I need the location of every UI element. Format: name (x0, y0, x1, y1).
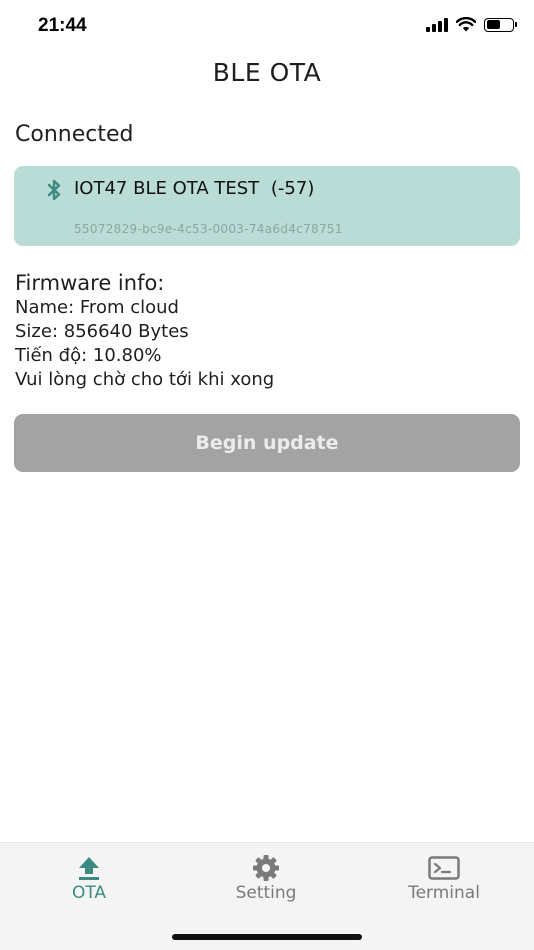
tab-terminal[interactable]: Terminal (374, 853, 514, 903)
upload-icon (79, 857, 99, 880)
terminal-icon (428, 856, 460, 880)
cellular-signal-icon (426, 17, 448, 32)
wifi-icon (456, 17, 476, 32)
page-title: BLE OTA (212, 58, 322, 87)
tab-ota[interactable]: OTA (19, 853, 159, 903)
bluetooth-icon (47, 179, 61, 201)
tab-terminal-label: Terminal (408, 883, 480, 903)
app-screen: 21:44 BLE OTA Connected IOT47 BLE OTA TE… (0, 0, 534, 950)
firmware-size: Size: 856640 Bytes (15, 321, 189, 342)
gear-icon (253, 855, 279, 881)
firmware-progress: Tiến độ: 10.80% (15, 345, 162, 366)
device-card[interactable]: IOT47 BLE OTA TEST (-57) 55072829-bc9e-4… (14, 166, 520, 246)
firmware-info-title: Firmware info: (15, 271, 165, 295)
firmware-info: Firmware info: Name: From cloud Size: 85… (15, 270, 274, 392)
tab-setting[interactable]: Setting (196, 853, 336, 903)
connection-status-label: Connected (15, 122, 134, 147)
firmware-wait-message: Vui lòng chờ cho tới khi xong (15, 369, 275, 390)
battery-icon (484, 17, 517, 32)
tab-ota-label: OTA (71, 883, 107, 903)
device-name-text: IOT47 BLE OTA TEST (74, 178, 260, 199)
status-icons (426, 17, 517, 32)
tab-setting-label: Setting (235, 883, 297, 903)
status-bar: 21:44 (0, 0, 534, 50)
status-time: 21:44 (38, 15, 87, 36)
begin-update-button[interactable]: Begin update (14, 414, 520, 472)
device-name: IOT47 BLE OTA TEST (-57) (74, 178, 314, 199)
firmware-name: Name: From cloud (15, 297, 179, 318)
device-uuid: 55072829-bc9e-4c53-0003-74a6d4c78751 (74, 222, 343, 236)
device-rssi: (-57) (270, 178, 315, 199)
home-indicator[interactable] (172, 934, 362, 940)
